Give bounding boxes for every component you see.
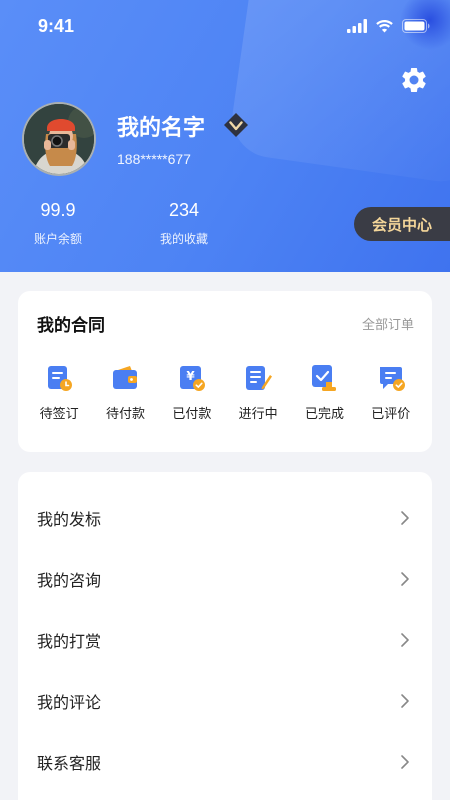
reviewed-comment-icon — [379, 367, 405, 391]
menu-item-label: 我的咨询 — [37, 570, 102, 590]
menu-item-contact-support[interactable]: 联系客服 — [18, 731, 432, 792]
member-center-button[interactable]: 会员中心 — [354, 207, 450, 241]
stat-balance[interactable]: 99.9 账户余额 — [28, 200, 88, 247]
menu-item-label: 我的发标 — [37, 509, 102, 529]
menu-item-label: 我的打赏 — [37, 631, 102, 651]
chevron-right-icon — [401, 693, 409, 708]
menu-card: 我的发标 我的咨询 我的打赏 我的评论 联系客服 — [18, 472, 432, 800]
status-bar: 9:41 — [0, 0, 450, 52]
wifi-icon — [376, 20, 393, 33]
chevron-right-icon — [401, 632, 409, 647]
contract-card: 我的合同 全部订单 待签订 待付款 ¥ 已付款 进行中 已完成 已评价 — [18, 291, 432, 452]
contract-card-header: 我的合同 全部订单 — [18, 291, 432, 355]
status-label: 已付款 — [172, 407, 212, 422]
avatar[interactable] — [22, 102, 96, 176]
status-in-progress[interactable]: 进行中 — [225, 355, 291, 422]
menu-item-label: 我的评论 — [37, 692, 102, 712]
in-progress-edit-icon — [246, 366, 273, 390]
status-icons — [347, 19, 430, 33]
status-completed[interactable]: 已完成 — [291, 355, 357, 422]
status-paid[interactable]: ¥ 已付款 — [159, 355, 225, 422]
balance-label: 账户余额 — [33, 232, 82, 246]
status-label: 待签订 — [39, 407, 79, 422]
chevron-right-icon — [401, 510, 409, 525]
favorites-value: 234 — [168, 200, 200, 220]
stat-favorites[interactable]: 234 我的收藏 — [154, 200, 214, 247]
svg-text:¥: ¥ — [186, 369, 195, 383]
status-time: 9:41 — [38, 15, 75, 36]
contract-status-row: 待签订 待付款 ¥ 已付款 进行中 已完成 已评价 — [18, 355, 432, 422]
menu-item-my-comments[interactable]: 我的评论 — [18, 670, 432, 731]
avatar-photo — [24, 104, 94, 174]
status-pending-payment[interactable]: 待付款 — [92, 355, 158, 422]
chevron-right-icon — [401, 754, 409, 769]
settings-gear-icon[interactable] — [398, 64, 430, 96]
status-label: 已评价 — [371, 407, 411, 422]
status-label: 待付款 — [105, 407, 145, 422]
status-pending-sign[interactable]: 待签订 — [26, 355, 92, 422]
all-orders-link[interactable]: 全部订单 — [362, 314, 414, 333]
status-label: 进行中 — [238, 407, 278, 422]
status-label: 已完成 — [304, 407, 344, 422]
completed-stamp-icon — [312, 365, 337, 391]
battery-icon — [402, 19, 430, 33]
profile-header: 9:41 我的名字 188*****677 99.9 账户余额 234 我的收藏… — [0, 0, 450, 272]
balance-value: 99.9 — [40, 200, 76, 220]
favorites-label: 我的收藏 — [159, 232, 208, 246]
vip-diamond-icon — [224, 113, 248, 137]
contract-title: 我的合同 — [37, 315, 105, 336]
status-reviewed[interactable]: 已评价 — [358, 355, 424, 422]
wallet-icon — [113, 366, 138, 389]
paid-yen-icon: ¥ — [179, 366, 205, 391]
user-name: 我的名字 — [117, 116, 206, 141]
user-phone: 188*****677 — [117, 151, 191, 167]
pending-sign-icon — [48, 366, 73, 391]
menu-item-my-consultations[interactable]: 我的咨询 — [18, 548, 432, 609]
menu-item-my-tips[interactable]: 我的打赏 — [18, 609, 432, 670]
chevron-right-icon — [401, 571, 409, 586]
signal-icon — [347, 19, 367, 33]
menu-item-my-bids[interactable]: 我的发标 — [18, 487, 432, 548]
menu-item-label: 联系客服 — [37, 753, 102, 773]
